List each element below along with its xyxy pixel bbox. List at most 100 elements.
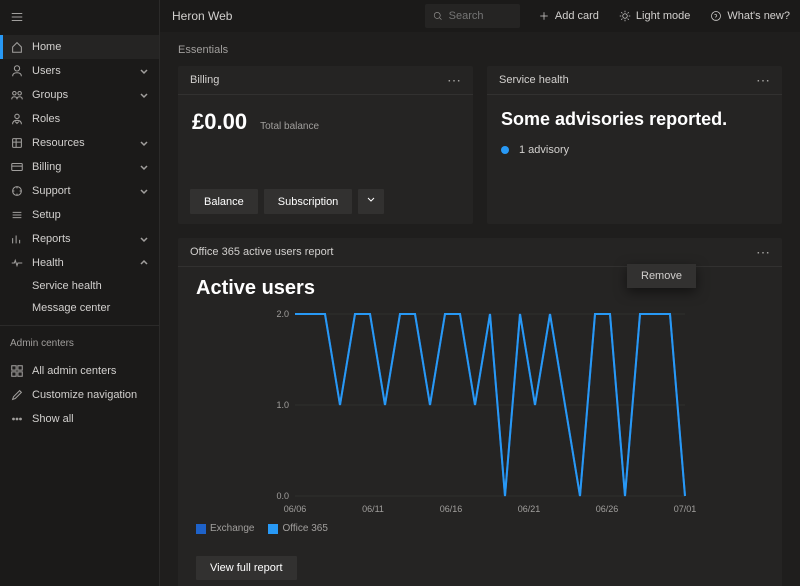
group-icon — [10, 88, 24, 102]
billing-amount: £0.00 — [192, 109, 247, 135]
svg-text:2.0: 2.0 — [276, 309, 289, 319]
sidebar-item-label: Show all — [32, 413, 149, 425]
health-icon — [10, 256, 24, 270]
sidebar-item-customize-navigation[interactable]: Customize navigation — [0, 383, 159, 407]
plus-icon — [538, 10, 550, 22]
svg-text:0.0: 0.0 — [276, 491, 289, 501]
svg-text:1.0: 1.0 — [276, 400, 289, 410]
whats-new-button[interactable]: What's new? — [700, 0, 800, 32]
remove-menu-item[interactable]: Remove — [641, 270, 682, 282]
svg-text:06/16: 06/16 — [440, 504, 463, 514]
advisory-text: 1 advisory — [519, 144, 569, 156]
billing-card: Billing ⋯ £0.00 Total balance Balance Su… — [178, 66, 473, 224]
user-icon — [10, 64, 24, 78]
sidebar-item-billing[interactable]: Billing — [0, 155, 159, 179]
sidebar-item-home[interactable]: Home — [0, 35, 159, 59]
sidebar-item-label: Health — [32, 257, 139, 269]
grid-icon — [10, 364, 24, 378]
question-icon — [710, 10, 722, 22]
billing-card-more[interactable]: ⋯ — [447, 76, 461, 84]
sidebar-item-users[interactable]: Users — [0, 59, 159, 83]
billing-subtext: Total balance — [260, 121, 319, 132]
pencil-icon — [10, 388, 24, 402]
billing-card-title: Billing — [190, 74, 447, 86]
dots-icon — [10, 412, 24, 426]
active-users-report-card: Office 365 active users report ⋯ Active … — [178, 238, 782, 586]
view-full-report-button[interactable]: View full report — [196, 556, 297, 580]
chevron-down-icon — [139, 234, 149, 244]
light-mode-button[interactable]: Light mode — [609, 0, 700, 32]
search-box[interactable] — [425, 4, 520, 28]
home-icon — [10, 40, 24, 54]
health-card-title: Service health — [499, 74, 756, 86]
sidebar-item-reports[interactable]: Reports — [0, 227, 159, 251]
sidebar-item-support[interactable]: Support — [0, 179, 159, 203]
billing-icon — [10, 160, 24, 174]
add-card-button[interactable]: Add card — [528, 0, 609, 32]
advisory-row[interactable]: 1 advisory — [501, 144, 768, 156]
sidebar-item-label: Resources — [32, 137, 139, 149]
essentials-label: Essentials — [178, 44, 782, 56]
report-card-more[interactable]: ⋯ — [756, 248, 770, 256]
chevron-down-icon — [139, 138, 149, 148]
sidebar-item-label: Users — [32, 65, 139, 77]
sidebar-item-health[interactable]: Health — [0, 251, 159, 275]
chevron-down-icon — [139, 66, 149, 76]
chevron-down-icon — [139, 186, 149, 196]
report-card-title: Office 365 active users report — [190, 246, 756, 258]
service-health-card: Service health ⋯ Some advisories reporte… — [487, 66, 782, 224]
sidebar-item-label: Groups — [32, 89, 139, 101]
roles-icon — [10, 112, 24, 126]
main: Heron Web Add card Light mode What's new… — [160, 0, 800, 586]
sidebar: Home Users Groups Roles Resources Billing Supp… — [0, 0, 160, 586]
resources-icon — [10, 136, 24, 150]
sidebar-item-label: Support — [32, 185, 139, 197]
sidebar-item-label: Message center — [32, 302, 149, 314]
sidebar-item-label: All admin centers — [32, 365, 149, 377]
legend-swatch-icon — [268, 524, 278, 534]
sidebar-item-label: Reports — [32, 233, 139, 245]
svg-text:07/01: 07/01 — [674, 504, 697, 514]
svg-text:06/11: 06/11 — [362, 504, 384, 514]
chevron-down-icon — [139, 162, 149, 172]
sidebar-item-setup[interactable]: Setup — [0, 203, 159, 227]
sidebar-item-label: Customize navigation — [32, 389, 149, 401]
sun-icon — [619, 10, 631, 22]
chart-legend: Exchange Office 365 — [196, 523, 764, 534]
setup-icon — [10, 208, 24, 222]
svg-text:06/21: 06/21 — [518, 504, 541, 514]
chevron-down-icon — [366, 195, 376, 205]
sidebar-item-resources[interactable]: Resources — [0, 131, 159, 155]
health-card-more[interactable]: ⋯ — [756, 76, 770, 84]
admin-centers-label: Admin centers — [0, 325, 159, 355]
sidebar-item-roles[interactable]: Roles — [0, 107, 159, 131]
search-icon — [433, 10, 443, 22]
sidebar-item-label: Home — [32, 41, 149, 53]
context-menu: Remove — [627, 264, 696, 288]
balance-button[interactable]: Balance — [190, 189, 258, 214]
sidebar-item-label: Roles — [32, 113, 149, 125]
support-icon — [10, 184, 24, 198]
sidebar-item-service-health[interactable]: Service health — [32, 275, 159, 297]
reports-icon — [10, 232, 24, 246]
active-users-chart: 0.0 1.0 2.0 06/06 06/11 06/16 06/21 06/26 07/01 — [196, 308, 764, 518]
sidebar-item-label: Billing — [32, 161, 139, 173]
search-input[interactable] — [449, 10, 512, 22]
svg-text:06/06: 06/06 — [284, 504, 307, 514]
svg-text:06/26: 06/26 — [596, 504, 619, 514]
chevron-down-icon — [139, 90, 149, 100]
sidebar-item-label: Service health — [32, 280, 149, 292]
sidebar-item-all-admin-centers[interactable]: All admin centers — [0, 359, 159, 383]
topbar: Heron Web Add card Light mode What's new… — [160, 0, 800, 32]
status-dot-icon — [501, 146, 509, 154]
sidebar-item-groups[interactable]: Groups — [0, 83, 159, 107]
subscription-dropdown[interactable] — [358, 189, 384, 214]
subscription-button[interactable]: Subscription — [264, 189, 353, 214]
brand-title: Heron Web — [160, 9, 425, 23]
sidebar-item-label: Setup — [32, 209, 149, 221]
sidebar-item-show-all[interactable]: Show all — [0, 407, 159, 431]
chevron-up-icon — [139, 258, 149, 268]
hamburger-menu[interactable] — [0, 6, 159, 31]
sidebar-item-message-center[interactable]: Message center — [32, 297, 159, 319]
legend-swatch-icon — [196, 524, 206, 534]
